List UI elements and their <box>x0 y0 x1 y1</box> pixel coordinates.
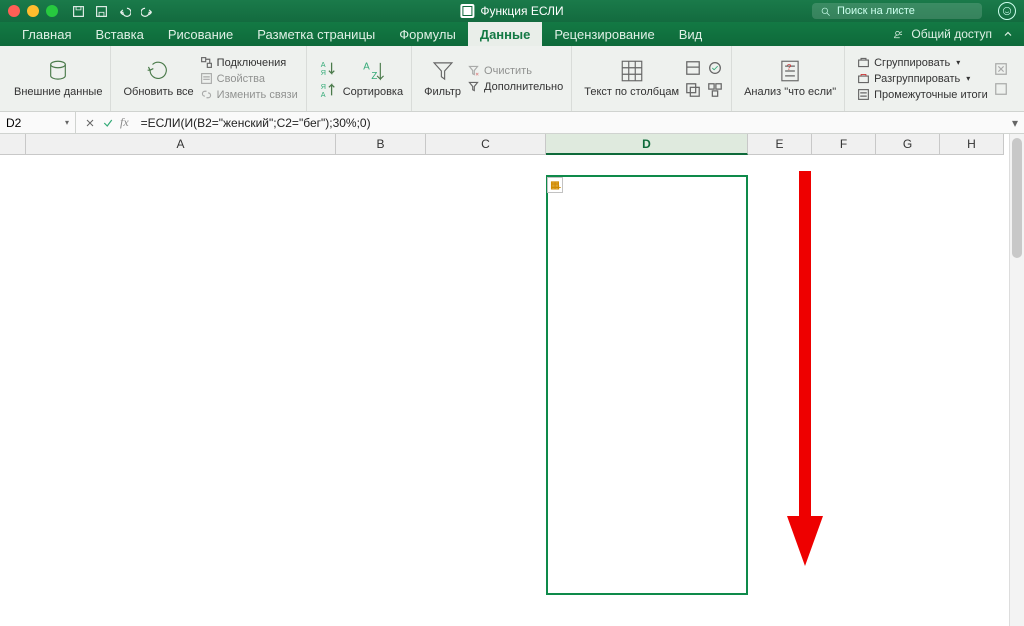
close-icon[interactable] <box>8 5 20 17</box>
tab-formulas[interactable]: Формулы <box>387 22 468 46</box>
autofill-options-icon[interactable]: ▦+ <box>547 177 563 193</box>
ribbon: Внешние данные Обновить все Подключения … <box>0 46 1024 112</box>
removedup-icon[interactable] <box>685 82 701 98</box>
tab-review[interactable]: Рецензирование <box>542 22 666 46</box>
hidedetail-icon[interactable] <box>994 82 1008 96</box>
vertical-scrollbar[interactable] <box>1009 134 1024 626</box>
user-menu[interactable] <box>998 2 1016 20</box>
minimize-icon[interactable] <box>27 5 39 17</box>
col-header-F[interactable]: F <box>812 134 876 155</box>
tab-data[interactable]: Данные <box>468 22 543 46</box>
connections-button[interactable]: Подключения <box>200 56 298 69</box>
external-data-icon <box>45 58 71 84</box>
col-header-G[interactable]: G <box>876 134 940 155</box>
scrollbar-thumb[interactable] <box>1012 138 1022 258</box>
col-header-D[interactable]: D <box>546 134 748 155</box>
tab-view[interactable]: Вид <box>667 22 715 46</box>
search-icon <box>820 6 831 17</box>
svg-text:?: ? <box>787 64 792 73</box>
column-headers: A B C D E F G H <box>26 134 1004 155</box>
text-to-columns-button[interactable]: Текст по столбцам <box>584 58 679 98</box>
svg-text:Я: Я <box>321 68 326 77</box>
undo-icon[interactable] <box>118 5 131 18</box>
sort-za-icon[interactable]: ЯA <box>319 81 337 99</box>
svg-text:A: A <box>321 90 326 99</box>
advanced-icon <box>467 80 480 93</box>
cancel-formula-icon[interactable] <box>84 117 96 129</box>
group-button[interactable]: Сгруппировать▾ <box>857 56 988 69</box>
showdetail-icon[interactable] <box>994 62 1008 76</box>
consolidate-icon[interactable] <box>707 82 723 98</box>
sheet-search[interactable]: Поиск на листе <box>812 3 982 19</box>
flashfill-icon[interactable] <box>685 60 701 76</box>
expand-formula-icon[interactable]: ▾ <box>1006 116 1024 130</box>
connections-icon <box>200 56 213 69</box>
col-header-C[interactable]: C <box>426 134 546 155</box>
spreadsheet-grid: A B C D E F G H 1 Наименование Пол Вид с… <box>0 134 1024 626</box>
subtotal-icon <box>857 88 870 101</box>
svg-text:Z: Z <box>371 72 377 83</box>
fx-icon[interactable]: fx <box>120 115 129 130</box>
clear-filter-button[interactable]: Очистить <box>467 64 563 77</box>
whatif-button[interactable]: ? Анализ "что если" <box>744 58 836 98</box>
user-smile-icon <box>1002 6 1012 16</box>
redo-icon[interactable] <box>141 5 154 18</box>
col-header-E[interactable]: E <box>748 134 812 155</box>
quick-access-toolbar <box>72 5 154 18</box>
ungroup-button[interactable]: Разгруппировать▾ <box>857 72 988 85</box>
window-titlebar: Функция ЕСЛИ Поиск на листе <box>0 0 1024 22</box>
col-header-B[interactable]: B <box>336 134 426 155</box>
tab-pagelayout[interactable]: Разметка страницы <box>245 22 387 46</box>
search-placeholder: Поиск на листе <box>837 5 915 17</box>
filter-icon <box>430 58 456 84</box>
share-button[interactable]: Общий доступ <box>893 27 992 41</box>
ungroup-icon <box>857 72 870 85</box>
properties-icon <box>200 72 213 85</box>
formula-input[interactable]: =ЕСЛИ(И(B2="женский";C2="бег");30%;0) <box>137 116 1006 130</box>
doc-title-text: Функция ЕСЛИ <box>480 4 563 18</box>
chevron-down-icon[interactable]: ▾ <box>65 118 69 127</box>
validation-icon[interactable] <box>707 60 723 76</box>
excel-doc-icon <box>460 4 474 18</box>
subtotal-button[interactable]: Промежуточные итоги <box>857 88 988 101</box>
ribbon-tabs: Главная Вставка Рисование Разметка стран… <box>0 22 1024 46</box>
advanced-filter-button[interactable]: Дополнительно <box>467 80 563 93</box>
properties-button[interactable]: Свойства <box>200 72 298 85</box>
sort-big-icon: AZ <box>360 58 386 84</box>
save-icon[interactable] <box>95 5 108 18</box>
share-icon <box>893 28 905 40</box>
svg-text:A: A <box>363 62 370 73</box>
select-all-corner[interactable] <box>0 134 26 155</box>
col-header-A[interactable]: A <box>26 134 336 155</box>
filter-button[interactable]: Фильтр <box>424 58 461 98</box>
name-box[interactable]: D2 ▾ <box>0 112 76 133</box>
document-title: Функция ЕСЛИ <box>460 4 563 18</box>
refresh-all-button[interactable]: Обновить все <box>123 58 193 98</box>
refresh-icon <box>146 58 172 84</box>
maximize-icon[interactable] <box>46 5 58 17</box>
collapse-ribbon-icon[interactable] <box>1002 28 1014 40</box>
links-icon <box>200 88 213 101</box>
sort-button[interactable]: AZ Сортировка <box>343 58 403 98</box>
edit-links-button[interactable]: Изменить связи <box>200 88 298 101</box>
tab-draw[interactable]: Рисование <box>156 22 245 46</box>
whatif-icon: ? <box>777 58 803 84</box>
col-header-H[interactable]: H <box>940 134 1004 155</box>
clear-icon <box>467 64 480 77</box>
text-to-cols-icon <box>619 58 645 84</box>
window-controls <box>8 5 58 17</box>
sort-az-icon[interactable]: AЯ <box>319 59 337 77</box>
formula-bar: D2 ▾ fx =ЕСЛИ(И(B2="женский";C2="бег");3… <box>0 112 1024 134</box>
group-icon <box>857 56 870 69</box>
tab-insert[interactable]: Вставка <box>83 22 155 46</box>
tab-home[interactable]: Главная <box>10 22 83 46</box>
autosave-icon[interactable] <box>72 5 85 18</box>
annotation-arrow-icon <box>785 171 825 571</box>
external-data-button[interactable]: Внешние данные <box>14 58 102 98</box>
enter-formula-icon[interactable] <box>102 117 114 129</box>
selection-outline <box>546 175 748 595</box>
